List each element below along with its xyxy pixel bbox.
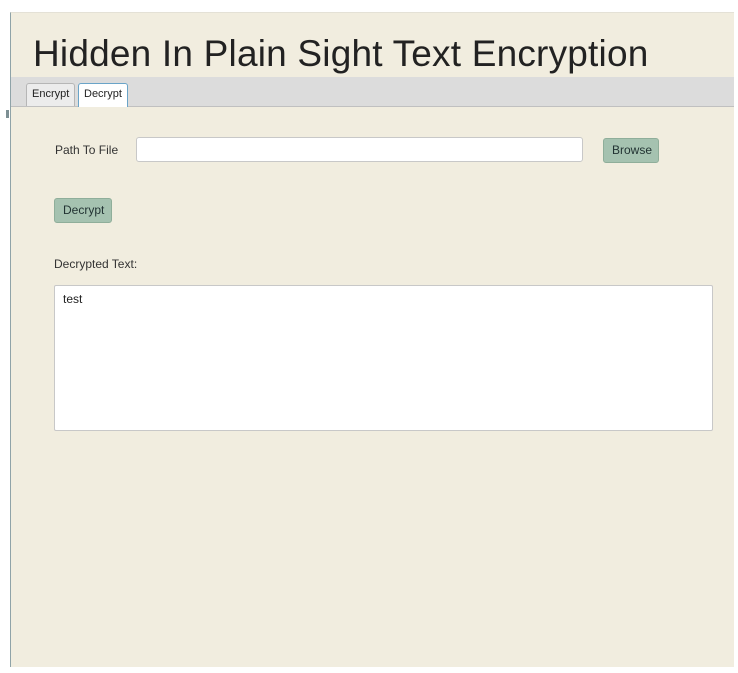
tab-bar: Encrypt Decrypt	[11, 77, 734, 107]
tab-decrypt[interactable]: Decrypt	[78, 83, 128, 107]
path-to-file-label: Path To File	[55, 143, 119, 157]
app-window: Hidden In Plain Sight Text Encryption En…	[10, 12, 734, 667]
window-edge-marker	[6, 110, 9, 118]
tab-encrypt[interactable]: Encrypt	[26, 83, 76, 106]
app-title: Hidden In Plain Sight Text Encryption	[33, 33, 649, 74]
decrypt-button[interactable]: Decrypt	[54, 198, 112, 223]
browse-button[interactable]: Browse	[603, 138, 659, 163]
decrypted-text-area[interactable]: test	[54, 285, 713, 431]
path-to-file-input[interactable]	[136, 137, 583, 162]
decrypted-text-label: Decrypted Text:	[54, 257, 138, 271]
